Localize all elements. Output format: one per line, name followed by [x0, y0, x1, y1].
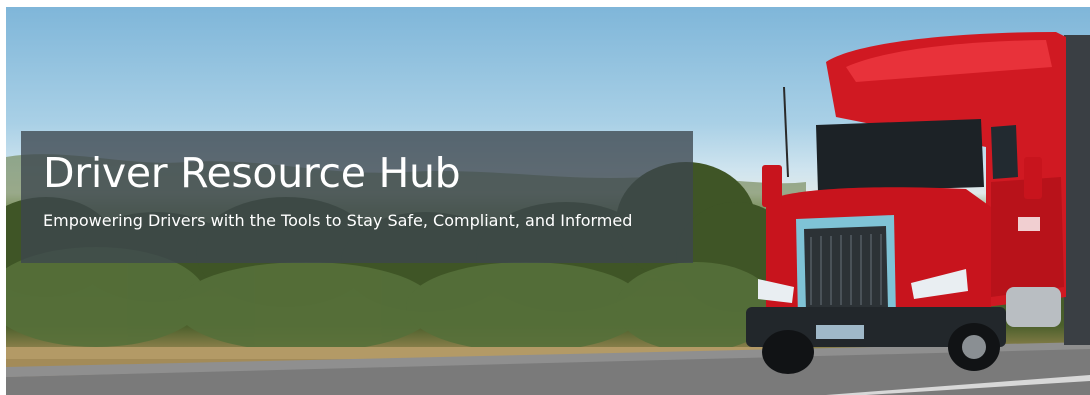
hero-text-overlay: Driver Resource Hub Empowering Drivers w…	[21, 131, 693, 263]
page-subtitle: Empowering Drivers with the Tools to Sta…	[43, 211, 633, 230]
truck-illustration	[746, 32, 1090, 374]
page-title: Driver Resource Hub	[43, 149, 461, 197]
hero-banner: Driver Resource Hub Empowering Drivers w…	[6, 7, 1090, 395]
